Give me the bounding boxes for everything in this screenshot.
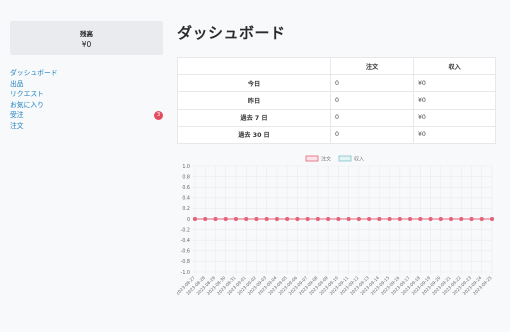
row-orders: 0 bbox=[330, 74, 414, 93]
x-axis-ticks: 2023-08-272023-08-282023-08-292023-08-30… bbox=[177, 275, 493, 296]
table-header-income: 収入 bbox=[413, 56, 496, 76]
y-tick-label: 0.4 bbox=[182, 196, 190, 202]
notification-badge: 3 bbox=[154, 111, 163, 120]
row-income: ¥0 bbox=[413, 74, 496, 93]
data-point bbox=[377, 217, 382, 221]
y-tick-label: 0.6 bbox=[182, 185, 190, 191]
chart-legend: 注文 収入 bbox=[305, 155, 364, 163]
data-point bbox=[438, 217, 443, 221]
sidebar-item-orders[interactable]: 注文 bbox=[10, 121, 163, 132]
data-point bbox=[264, 217, 269, 221]
row-period: 今日 bbox=[177, 74, 331, 93]
row-period: 昨日 bbox=[177, 91, 331, 110]
line-chart: 注文 収入 1.0 0.8 0.6 0.4 0.2 0 -0.2 -0.4 -0.6 -0.8 -1.… bbox=[177, 155, 494, 296]
row-orders: 0 bbox=[330, 108, 414, 127]
data-point bbox=[285, 217, 290, 221]
data-point bbox=[305, 217, 310, 221]
y-tick-label: -1.0 bbox=[181, 270, 190, 276]
sidebar-item-requests[interactable]: リクエスト bbox=[10, 89, 163, 100]
data-point bbox=[428, 217, 433, 221]
sidebar-item-label: 受注 bbox=[10, 111, 24, 119]
data-point bbox=[233, 217, 238, 221]
y-axis-ticks: 1.0 0.8 0.6 0.4 0.2 0 -0.2 -0.4 -0.6 -0.8 -1.0 bbox=[181, 164, 190, 276]
summary-table: 注文 収入 今日 0 ¥0 昨日 0 ¥0 過去 7 日 0 ¥0 過去 30 … bbox=[177, 56, 496, 144]
balance-card: 残高 ¥0 bbox=[10, 21, 163, 55]
data-point bbox=[469, 217, 474, 221]
table-header-orders: 注文 bbox=[330, 56, 414, 76]
table-row: 過去 7 日 0 ¥0 bbox=[177, 108, 496, 127]
data-point bbox=[326, 217, 331, 221]
data-point bbox=[418, 217, 423, 221]
data-point bbox=[223, 217, 228, 221]
table-row: 昨日 0 ¥0 bbox=[177, 91, 496, 110]
y-tick-label: -0.4 bbox=[181, 238, 190, 244]
chart-grid-vertical bbox=[194, 166, 493, 275]
data-point bbox=[254, 217, 259, 221]
data-point bbox=[213, 217, 218, 221]
y-tick-label: -0.8 bbox=[181, 259, 190, 265]
row-period: 過去 30 日 bbox=[177, 125, 331, 144]
legend-label: 注文 bbox=[321, 156, 331, 163]
data-point bbox=[346, 217, 351, 221]
sidebar-item-dashboard[interactable]: ダッシュボード bbox=[10, 68, 163, 79]
data-point bbox=[397, 217, 402, 221]
data-point bbox=[408, 217, 413, 221]
y-tick-label: 0.8 bbox=[182, 174, 190, 180]
data-point bbox=[356, 217, 361, 221]
legend-swatch bbox=[338, 155, 352, 162]
balance-label: 残高 bbox=[80, 30, 93, 38]
data-point bbox=[490, 217, 494, 221]
y-tick-label: 0 bbox=[187, 217, 190, 223]
y-tick-label: 0.2 bbox=[182, 206, 190, 212]
legend-swatch bbox=[305, 155, 319, 162]
data-point bbox=[336, 217, 341, 221]
data-point bbox=[315, 217, 320, 221]
orders-income-chart: 注文 収入 1.0 0.8 0.6 0.4 0.2 0 -0.2 -0.4 -0.6 -0.8 -1.… bbox=[177, 152, 496, 328]
page-title: ダッシュボード bbox=[177, 24, 286, 42]
data-point bbox=[449, 217, 454, 221]
y-tick-label: -0.2 bbox=[181, 227, 190, 233]
data-point bbox=[244, 217, 249, 221]
balance-value: ¥0 bbox=[81, 40, 92, 49]
sidebar-item-listings[interactable]: 出品 bbox=[10, 79, 163, 90]
data-point bbox=[459, 217, 464, 221]
row-income: ¥0 bbox=[413, 108, 496, 127]
y-tick-label: -0.6 bbox=[181, 249, 190, 255]
y-tick-label: 1.0 bbox=[182, 164, 190, 170]
data-point bbox=[193, 217, 197, 221]
data-point bbox=[479, 217, 484, 221]
data-point bbox=[367, 217, 372, 221]
sidebar-nav: ダッシュボード 出品 リクエスト お気に入り 受注 3 注文 bbox=[10, 68, 163, 131]
chart-series bbox=[193, 217, 494, 221]
table-header-period bbox=[177, 56, 331, 76]
sidebar-item-received-orders[interactable]: 受注 3 bbox=[10, 110, 163, 121]
table-row: 今日 0 ¥0 bbox=[177, 74, 496, 93]
legend-label: 収入 bbox=[354, 156, 364, 163]
data-point bbox=[274, 217, 279, 221]
row-income: ¥0 bbox=[413, 91, 496, 110]
row-period: 過去 7 日 bbox=[177, 108, 331, 127]
data-point bbox=[387, 217, 392, 221]
data-point bbox=[203, 217, 208, 221]
row-orders: 0 bbox=[330, 91, 414, 110]
table-header-row: 注文 収入 bbox=[177, 56, 496, 76]
row-orders: 0 bbox=[330, 125, 414, 144]
row-income: ¥0 bbox=[413, 125, 496, 144]
data-point bbox=[295, 217, 300, 221]
table-row: 過去 30 日 0 ¥0 bbox=[177, 125, 496, 144]
sidebar-item-favorites[interactable]: お気に入り bbox=[10, 100, 163, 111]
